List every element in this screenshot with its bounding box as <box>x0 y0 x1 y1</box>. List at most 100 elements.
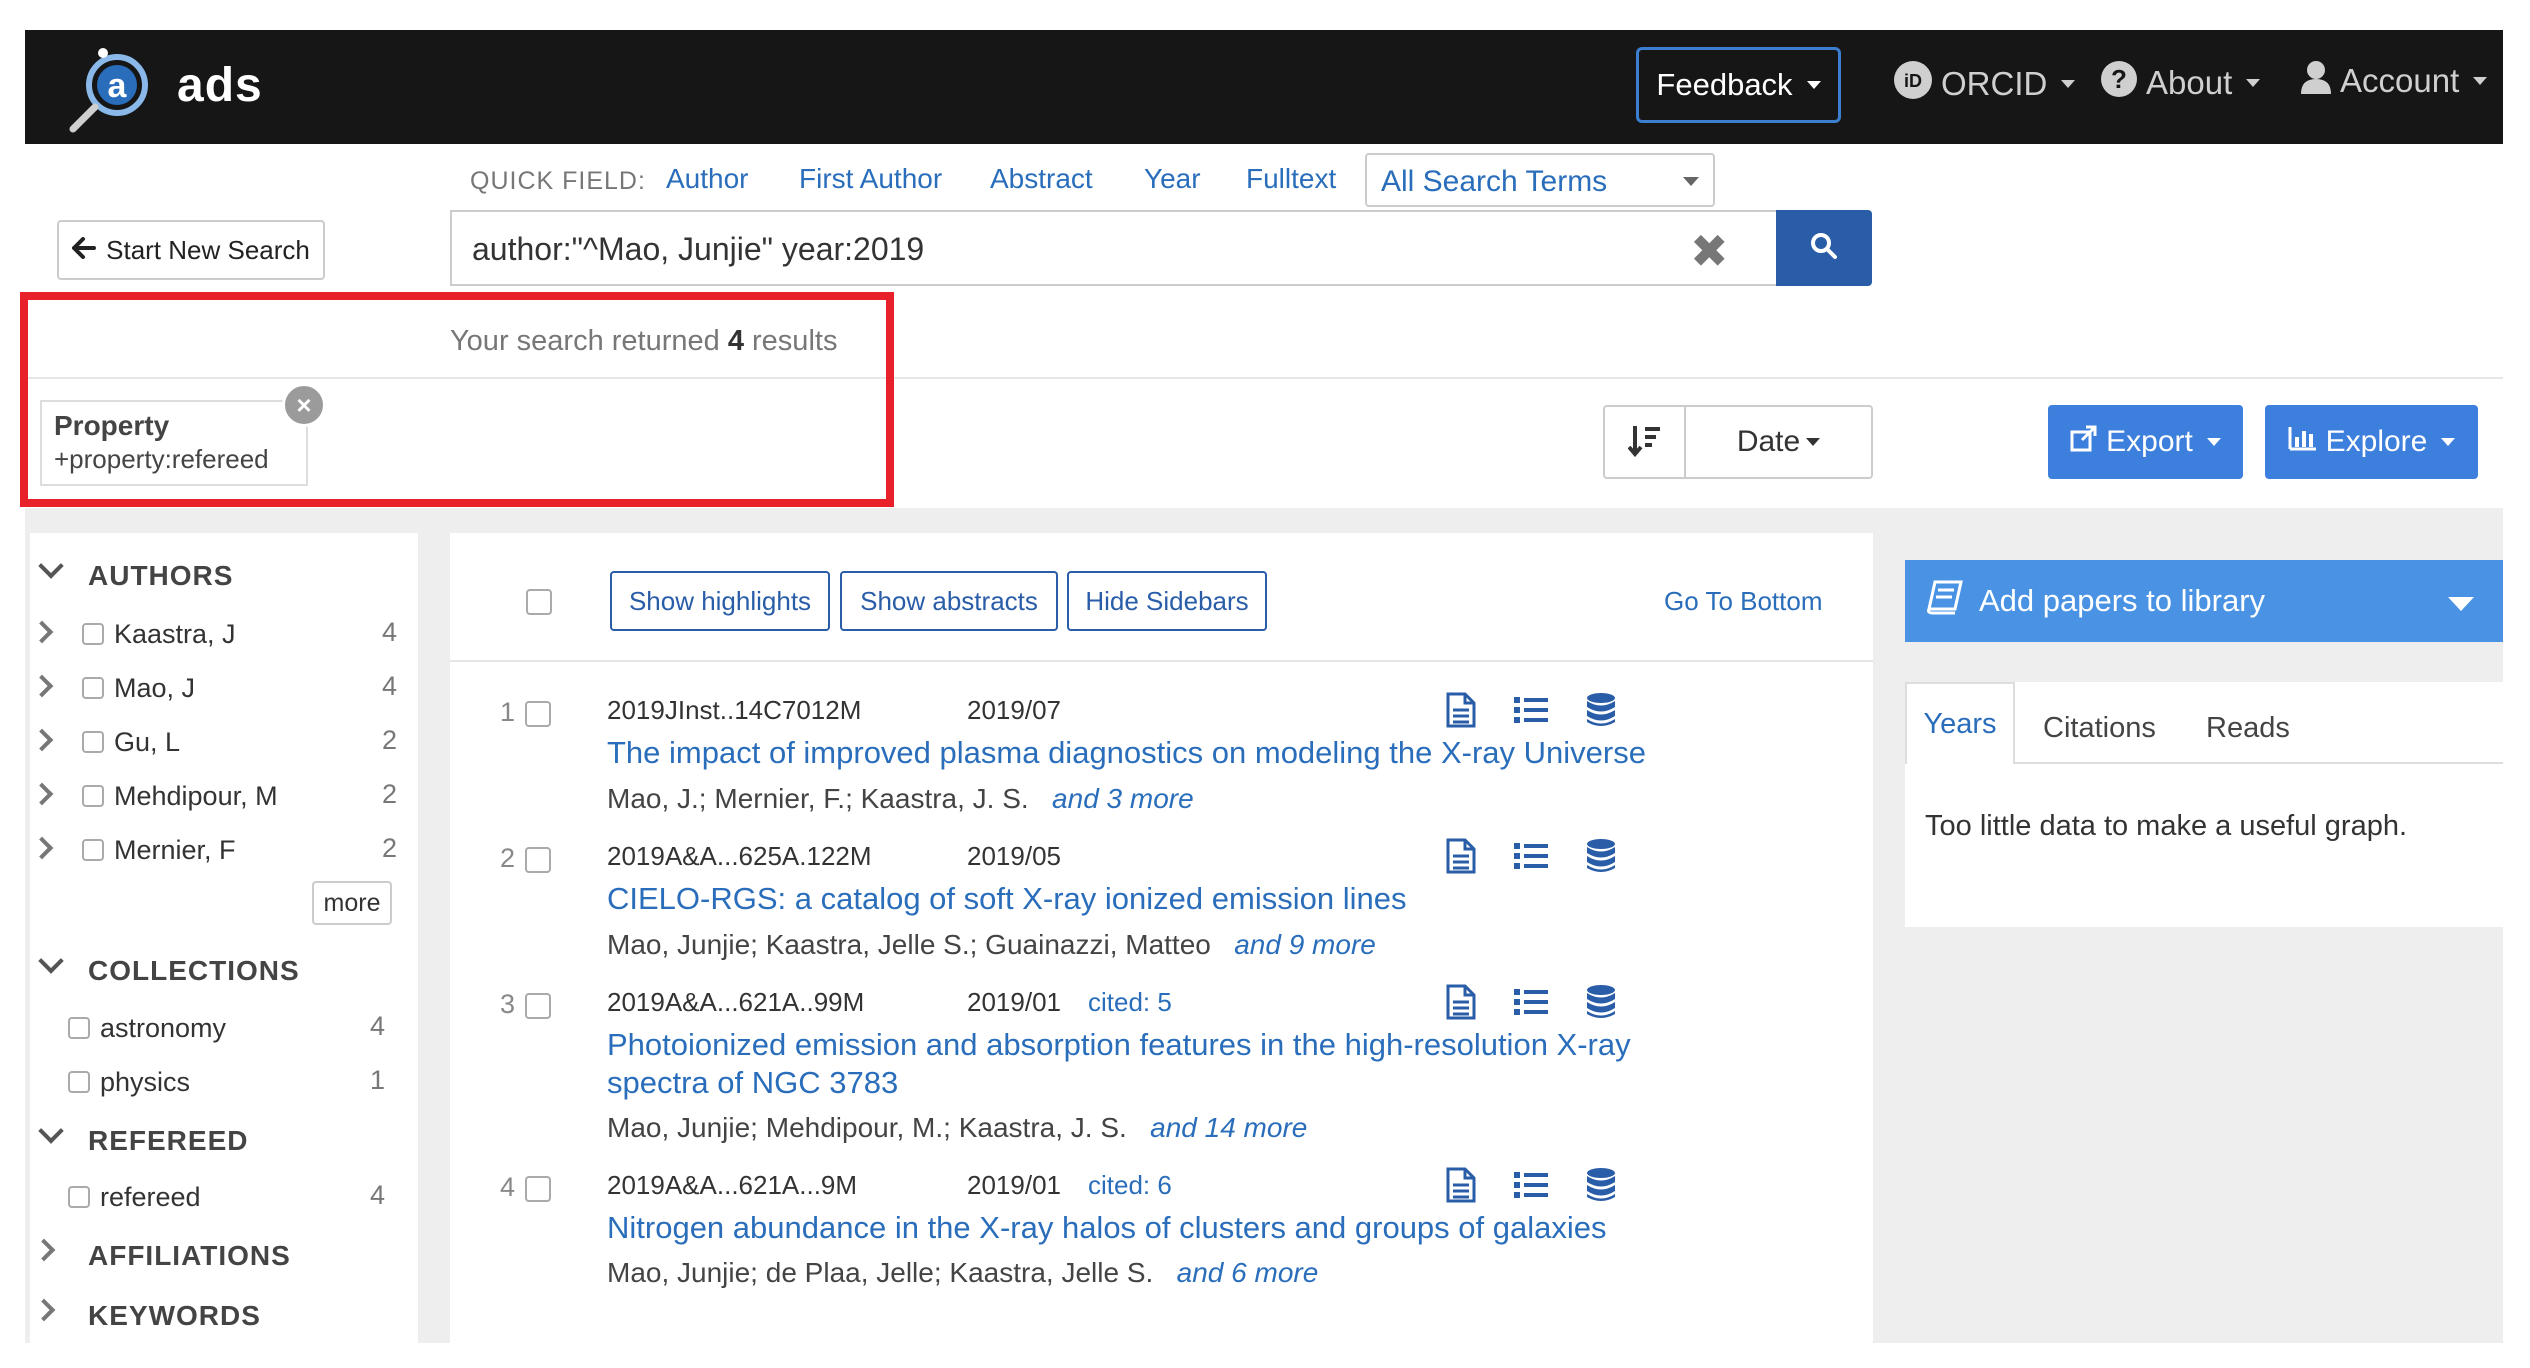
question-circle-icon: ? <box>2100 60 2138 106</box>
result-more-authors-link[interactable]: and 14 more <box>1150 1112 1307 1143</box>
list-icon[interactable] <box>1513 987 1549 1022</box>
clear-search-icon[interactable]: ✖ <box>1690 224 1729 278</box>
facet-checkbox[interactable] <box>68 1071 90 1093</box>
facet-authors-toggle[interactable] <box>38 553 64 580</box>
chevron-right-icon[interactable] <box>30 620 54 645</box>
result-bibcode: 2019A&A...625A.122M <box>607 841 872 871</box>
show-abstracts-button[interactable]: Show abstracts <box>840 571 1058 631</box>
facet-keywords-heading[interactable]: KEYWORDS <box>88 1300 261 1332</box>
facet-collections-heading[interactable]: COLLECTIONS <box>88 955 300 987</box>
search-button[interactable] <box>1776 210 1872 286</box>
database-icon[interactable] <box>1585 692 1617 733</box>
result-cited-link[interactable]: cited: 5 <box>1088 987 1172 1018</box>
facet-checkbox[interactable] <box>82 785 104 807</box>
tab-years[interactable]: Years <box>1905 682 2015 764</box>
result-more-authors-link[interactable]: and 9 more <box>1234 929 1376 960</box>
document-icon[interactable] <box>1445 984 1477 1025</box>
chevron-right-icon[interactable] <box>32 1238 56 1263</box>
result-cited-link[interactable]: cited: 6 <box>1088 1170 1172 1201</box>
facet-collection-astronomy[interactable]: astronomy <box>100 1013 226 1044</box>
export-button[interactable]: Export <box>2048 405 2243 479</box>
facet-refereed-heading[interactable]: REFEREED <box>88 1125 248 1157</box>
start-new-search-button[interactable]: Start New Search <box>57 220 325 280</box>
facet-checkbox[interactable] <box>82 839 104 861</box>
facet-author-mehdipour[interactable]: Mehdipour, M <box>114 781 278 812</box>
caret-down-icon[interactable] <box>2448 597 2474 611</box>
sort-direction-button[interactable] <box>1603 405 1685 479</box>
facet-collections-toggle[interactable] <box>38 948 64 975</box>
result-index: 1 <box>500 697 516 727</box>
facet-refereed-toggle[interactable] <box>38 1118 64 1145</box>
search-query-text[interactable]: author:"^Mao, Junjie" year:2019 <box>472 231 924 268</box>
explore-button[interactable]: Explore <box>2265 405 2478 479</box>
facet-checkbox[interactable] <box>82 677 104 699</box>
facet-checkbox[interactable] <box>82 623 104 645</box>
logo-text[interactable]: ads <box>177 58 263 113</box>
chevron-right-icon[interactable] <box>30 728 54 753</box>
facet-affiliations-heading[interactable]: AFFILIATIONS <box>88 1240 291 1272</box>
add-to-library-bar[interactable]: Add papers to library <box>1905 560 2503 642</box>
quick-field-abstract[interactable]: Abstract <box>990 163 1093 195</box>
ads-logo-icon[interactable]: a <box>65 45 175 135</box>
database-icon[interactable] <box>1585 1167 1617 1208</box>
result-title-link[interactable]: Nitrogen abundance in the X-ray halos of… <box>607 1209 1607 1247</box>
chevron-right-icon[interactable] <box>32 1298 56 1323</box>
result-title-link[interactable]: Photoionized emission and absorption fea… <box>607 1026 1631 1102</box>
facet-authors-heading[interactable]: AUTHORS <box>88 560 233 592</box>
facet-author-mernier[interactable]: Mernier, F <box>114 835 236 866</box>
quick-field-author[interactable]: Author <box>666 163 749 195</box>
feedback-label: Feedback <box>1656 67 1793 102</box>
result-checkbox[interactable] <box>525 701 551 727</box>
hide-sidebars-button[interactable]: Hide Sidebars <box>1067 571 1267 631</box>
account-menu[interactable]: Account <box>2300 60 2488 102</box>
select-all-checkbox[interactable] <box>526 589 552 615</box>
document-icon[interactable] <box>1445 1167 1477 1208</box>
book-icon <box>1925 579 1965 623</box>
facet-author-gu[interactable]: Gu, L <box>114 727 180 758</box>
go-to-bottom-link[interactable]: Go To Bottom <box>1664 586 1823 617</box>
facet-collection-physics[interactable]: physics <box>100 1067 190 1098</box>
chevron-right-icon[interactable] <box>30 782 54 807</box>
facet-more-button[interactable]: more <box>312 881 392 925</box>
result-title-line[interactable]: Photoionized emission and absorption fea… <box>607 1026 1631 1064</box>
facet-author-kaastra[interactable]: Kaastra, J <box>114 619 236 650</box>
result-more-authors-link[interactable]: and 3 more <box>1052 783 1194 814</box>
tab-divider <box>2015 762 2503 764</box>
result-more-authors-link[interactable]: and 6 more <box>1177 1257 1319 1288</box>
result-checkbox[interactable] <box>525 847 551 873</box>
caret-down-icon <box>2246 79 2261 87</box>
list-icon[interactable] <box>1513 1170 1549 1205</box>
result-checkbox[interactable] <box>525 1176 551 1202</box>
sort-field-dropdown[interactable]: Date <box>1684 405 1873 479</box>
chevron-right-icon[interactable] <box>30 836 54 861</box>
show-highlights-button[interactable]: Show highlights <box>610 571 830 631</box>
facet-checkbox[interactable] <box>82 731 104 753</box>
result-title-line[interactable]: spectra of NGC 3783 <box>607 1064 1631 1102</box>
facet-author-mao[interactable]: Mao, J <box>114 673 195 704</box>
result-title-link[interactable]: CIELO-RGS: a catalog of soft X-ray ioniz… <box>607 880 1406 918</box>
tab-reads[interactable]: Reads <box>2206 712 2290 745</box>
database-icon[interactable] <box>1585 984 1617 1025</box>
quick-field-first-author[interactable]: First Author <box>799 163 942 195</box>
about-menu[interactable]: ? About <box>2100 60 2261 106</box>
database-icon[interactable] <box>1585 838 1617 879</box>
tab-citations[interactable]: Citations <box>2043 712 2156 745</box>
quick-field-year[interactable]: Year <box>1144 163 1201 195</box>
facet-checkbox[interactable] <box>68 1017 90 1039</box>
list-icon[interactable] <box>1513 841 1549 876</box>
orcid-menu[interactable]: iD ORCID <box>1893 60 2076 108</box>
document-icon[interactable] <box>1445 692 1477 733</box>
chevron-right-icon[interactable] <box>30 674 54 699</box>
search-terms-select[interactable]: All Search Terms <box>1365 153 1715 207</box>
feedback-button[interactable]: Feedback <box>1636 47 1841 123</box>
facet-refereed-item[interactable]: refereed <box>100 1182 201 1213</box>
facet-checkbox[interactable] <box>68 1186 90 1208</box>
document-icon[interactable] <box>1445 838 1477 879</box>
caret-down-icon <box>2473 77 2488 85</box>
quick-field-fulltext[interactable]: Fulltext <box>1246 163 1336 195</box>
result-authors: Mao, Junjie; Kaastra, Jelle S.; Guainazz… <box>607 929 1376 961</box>
list-icon[interactable] <box>1513 695 1549 730</box>
caret-down-icon <box>2206 438 2221 446</box>
result-checkbox[interactable] <box>525 993 551 1019</box>
result-title-link[interactable]: The impact of improved plasma diagnostic… <box>607 734 1646 772</box>
